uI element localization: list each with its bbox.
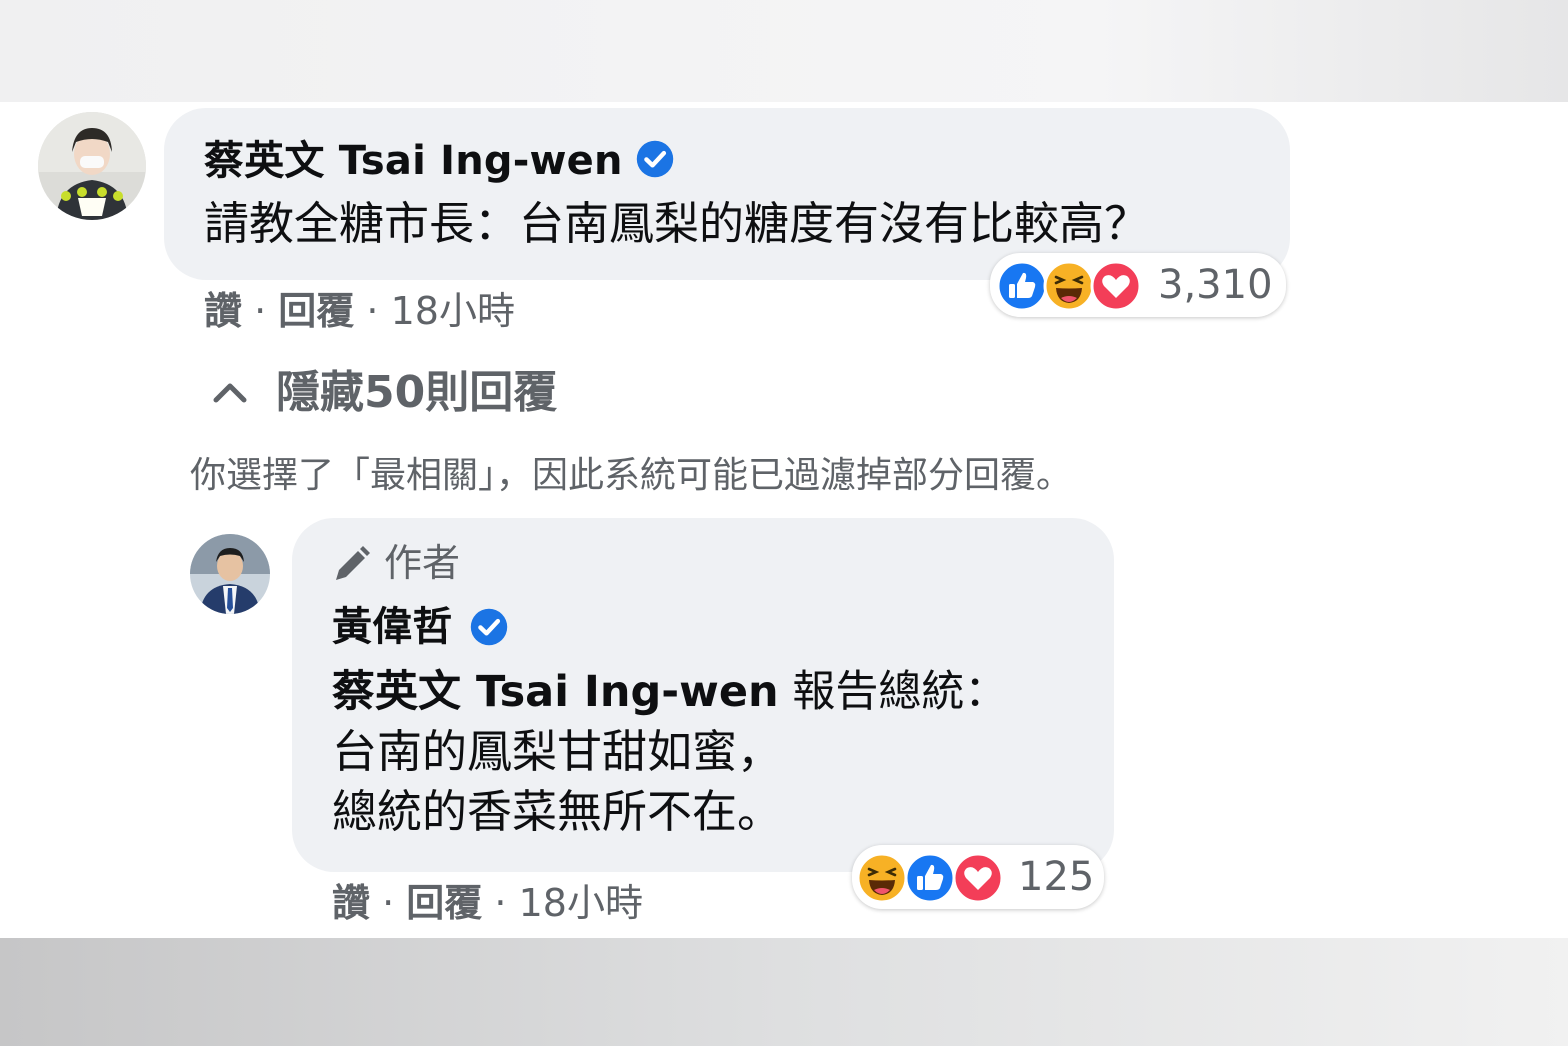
author-badge: 作者 bbox=[384, 541, 461, 585]
verified-badge-icon bbox=[636, 140, 674, 178]
comment-reaction-count: 3,310 bbox=[1158, 262, 1273, 308]
reply-text-line2: 台南的鳳梨甘甜如蜜， bbox=[332, 725, 783, 778]
bottom-margin bbox=[0, 938, 1568, 1046]
haha-icon bbox=[1043, 260, 1095, 312]
comment-timestamp[interactable]: 18小時 bbox=[391, 289, 515, 333]
verified-badge-icon bbox=[470, 608, 508, 646]
comment-actions: 讚 · 回覆 · 18小時 bbox=[204, 288, 515, 334]
comment-reply-button[interactable]: 回覆 bbox=[278, 289, 354, 333]
reply-reply-button[interactable]: 回覆 bbox=[406, 881, 482, 925]
reply-reactions[interactable]: 125 bbox=[852, 845, 1104, 909]
reply-text-line1: 蔡英文 Tsai Ing-wen 報告總統： bbox=[332, 664, 1007, 720]
separator: · bbox=[382, 881, 395, 925]
separator: · bbox=[254, 289, 267, 333]
reply-reaction-count: 125 bbox=[1018, 854, 1095, 900]
reply-author-name[interactable]: 黃偉哲 bbox=[332, 602, 453, 652]
mention-link[interactable]: 蔡英文 Tsai Ing-wen bbox=[332, 667, 779, 717]
separator: · bbox=[494, 881, 507, 925]
filter-notice: 你選擇了「最相關」，因此系統可能已過濾掉部分回覆。 bbox=[190, 455, 1073, 496]
like-icon bbox=[904, 852, 956, 904]
like-icon bbox=[996, 260, 1048, 312]
pencil-icon bbox=[336, 546, 370, 580]
love-icon bbox=[952, 852, 1004, 904]
separator: · bbox=[366, 289, 379, 333]
love-icon bbox=[1090, 260, 1142, 312]
hide-replies-link[interactable]: 隱藏50則回覆 bbox=[276, 366, 557, 420]
reply-text-line3: 總統的香菜無所不在。 bbox=[332, 785, 783, 838]
reply-timestamp[interactable]: 18小時 bbox=[519, 881, 643, 925]
reply-like-button[interactable]: 讚 bbox=[332, 881, 370, 925]
haha-icon bbox=[856, 852, 908, 904]
comment-text: 請教全糖市長：台南鳳梨的糖度有沒有比較高？ bbox=[204, 197, 1150, 250]
chevron-up-icon[interactable] bbox=[210, 376, 250, 408]
reply-actions: 讚 · 回覆 · 18小時 bbox=[332, 880, 643, 926]
avatar-huang[interactable] bbox=[190, 534, 270, 614]
comment-reactions[interactable]: 3,310 bbox=[990, 253, 1286, 317]
comment-author-name[interactable]: 蔡英文 Tsai Ing-wen bbox=[204, 136, 623, 186]
avatar-tsai[interactable] bbox=[38, 112, 146, 220]
comment-like-button[interactable]: 讚 bbox=[204, 289, 242, 333]
reply-text-line1-rest: 報告總統： bbox=[778, 667, 1008, 717]
top-margin bbox=[0, 0, 1568, 102]
